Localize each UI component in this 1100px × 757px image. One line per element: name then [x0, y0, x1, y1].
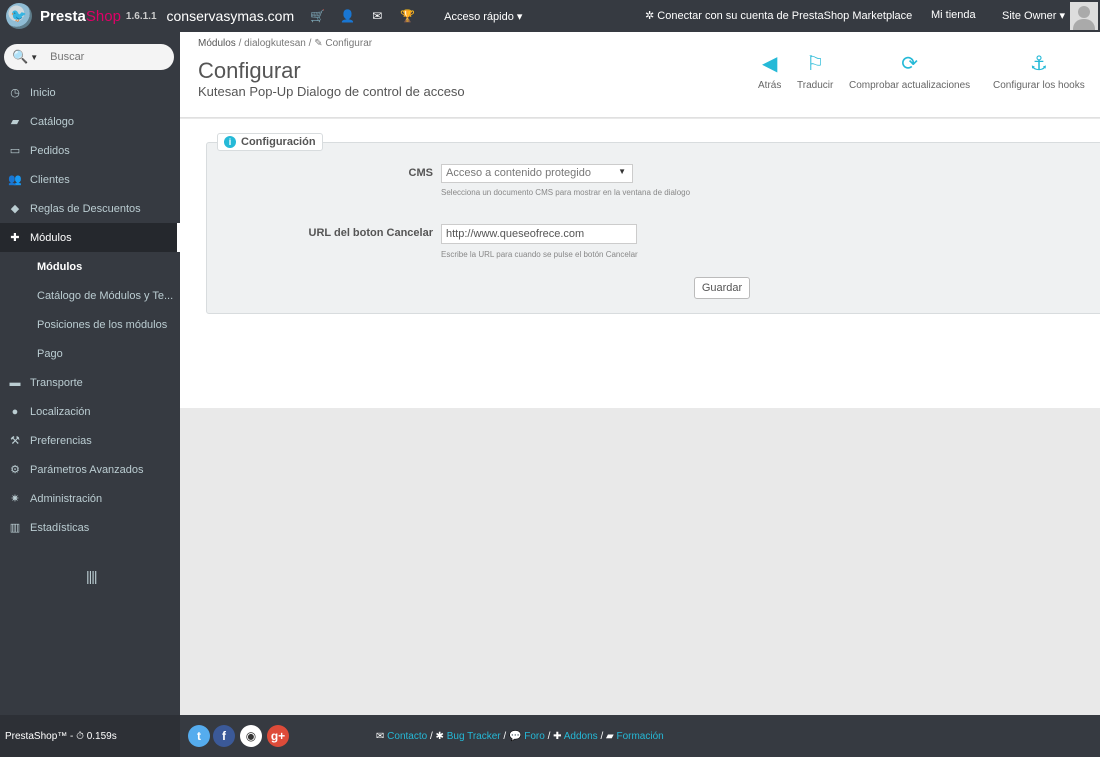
- sidebar-menu: ◷ Inicio ▰ Catálogo ▭ Pedidos 👥 Clientes ◆ Re…: [0, 78, 180, 542]
- chevron-down-icon: ▼: [618, 167, 626, 176]
- sidebar-subitem-modulos[interactable]: Módulos: [0, 252, 180, 281]
- avatar-body: [1073, 19, 1095, 30]
- avatar[interactable]: [1070, 2, 1098, 30]
- footer-link-addons[interactable]: Addons: [564, 731, 598, 742]
- sidebar-subitem-catalogo-modulos[interactable]: Catálogo de Módulos y Te...: [0, 281, 180, 310]
- translate-button[interactable]: ⚐ Traducir: [797, 52, 833, 91]
- tag-icon: ◆: [10, 203, 20, 215]
- breadcrumb-modulos[interactable]: Módulos: [198, 38, 236, 49]
- footer: PrestaShop™ - ⏱ 0.159s t f ◉ g+ ✉ Contac…: [0, 715, 1100, 757]
- panel-heading: i Configuración: [217, 133, 323, 151]
- page-title: Configurar: [198, 58, 301, 83]
- sidebar: 🔍 ▼ ◷Inicio ▰Catálogo ▭Pedidos 👥Clientes…: [0, 32, 180, 715]
- credit-card-icon: ▭: [9, 145, 21, 157]
- employee-dropdown[interactable]: Site Owner ▾: [1002, 9, 1065, 22]
- manage-hooks-button[interactable]: ⚓ Configurar los hooks: [993, 52, 1085, 91]
- collapse-sidebar-icon[interactable]: ||||: [86, 568, 98, 584]
- breadcrumb-module[interactable]: dialogkutesan: [244, 38, 306, 49]
- sidebar-item-catalogo[interactable]: ▰ Catálogo: [0, 107, 180, 136]
- prestashop-logo-icon: 🐦: [6, 3, 32, 29]
- github-icon[interactable]: ◉: [240, 725, 262, 747]
- page-header: Módulos / dialogkutesan / ✎ Configurar C…: [180, 32, 1100, 118]
- sidebar-item-preferencias[interactable]: ⚒ Preferencias: [0, 426, 180, 455]
- sidebar-item-clientes[interactable]: 👥 Clientes: [0, 165, 180, 194]
- google-plus-icon[interactable]: g+: [267, 725, 289, 747]
- footer-link-foro[interactable]: Foro: [524, 731, 545, 742]
- sidebar-subitem-pago[interactable]: Pago: [0, 339, 180, 368]
- envelope-icon[interactable]: ✉: [370, 9, 384, 23]
- sidebar-item-transporte[interactable]: ▬ Transporte: [0, 368, 180, 397]
- marketplace-connect-link[interactable]: ✲ Conectar con su cuenta de PrestaShop M…: [645, 9, 912, 22]
- footer-link-formacion[interactable]: Formación: [616, 731, 663, 742]
- sidebar-item-localizacion[interactable]: ● Localización: [0, 397, 180, 426]
- footer-link-bug-tracker[interactable]: Bug Tracker: [447, 731, 501, 742]
- puzzle-icon: ✚: [10, 232, 20, 244]
- bug-icon: ✱: [435, 731, 447, 742]
- truck-icon: ▬: [9, 376, 21, 389]
- search-box[interactable]: 🔍 ▼: [4, 44, 174, 70]
- logo[interactable]: 🐦 PrestaShop 1.6.1.1: [0, 0, 157, 32]
- cms-select[interactable]: Acceso a contenido protegido ▼: [441, 164, 633, 183]
- breadcrumb-configurar: Configurar: [325, 38, 373, 49]
- sidebar-subitem-posiciones[interactable]: Posiciones de los módulos: [0, 310, 180, 339]
- wrench-icon: ⚒: [10, 435, 20, 447]
- content-area: i Configuración CMS Acceso a contenido p…: [180, 119, 1100, 408]
- twitter-icon[interactable]: t: [188, 725, 210, 747]
- footer-links: ✉ Contacto / ✱ Bug Tracker / 💬 Foro / ✚ …: [376, 731, 664, 742]
- back-button[interactable]: ◀ Atrás: [758, 52, 781, 91]
- search-input[interactable]: [50, 51, 161, 63]
- configuration-panel: i Configuración CMS Acceso a contenido p…: [206, 133, 1100, 314]
- anchor-icon: ⚓: [1029, 53, 1048, 75]
- chevron-down-icon[interactable]: ▼: [30, 53, 38, 62]
- sidebar-item-estadisticas[interactable]: ▥ Estadísticas: [0, 513, 180, 542]
- cms-help-text: Selecciona un documento CMS para mostrar…: [441, 188, 691, 197]
- puzzle-icon: ✲: [645, 10, 658, 22]
- footer-link-contacto[interactable]: Contacto: [387, 731, 427, 742]
- user-icon[interactable]: 👤: [340, 9, 355, 23]
- footer-info: PrestaShop™ - ⏱ 0.159s: [0, 715, 180, 757]
- save-button[interactable]: Guardar: [694, 277, 750, 299]
- sidebar-item-administracion[interactable]: ✷ Administración: [0, 484, 180, 513]
- cog-icon: ✷: [10, 493, 20, 505]
- cancel-url-label: URL del boton Cancelar: [308, 227, 433, 239]
- trophy-icon[interactable]: 🏆: [400, 9, 415, 23]
- cms-label: CMS: [408, 167, 433, 179]
- arrow-circle-left-icon: ◀: [761, 53, 778, 75]
- book-icon: ▰: [606, 731, 617, 742]
- page-subtitle: Kutesan Pop-Up Dialogo de control de acc…: [198, 84, 465, 99]
- search-icon[interactable]: 🔍: [12, 49, 28, 65]
- book-icon: ▰: [10, 116, 20, 128]
- avatar-head: [1078, 6, 1090, 18]
- tachometer-icon: ◷: [10, 87, 20, 99]
- puzzle-icon: ✚: [553, 731, 564, 742]
- version-label: 1.6.1.1: [125, 10, 157, 22]
- cart-icon[interactable]: 🛒: [310, 9, 325, 23]
- sidebar-item-parametros-avanzados[interactable]: ⚙ Parámetros Avanzados: [0, 455, 180, 484]
- shop-name-link[interactable]: conservasymas.com: [167, 8, 295, 24]
- info-icon: i: [224, 136, 236, 148]
- comments-icon: 💬: [508, 731, 525, 742]
- cancel-url-help-text: Escribe la URL para cuando se pulse el b…: [441, 250, 638, 259]
- bar-chart-icon: ▥: [9, 522, 21, 534]
- globe-icon: ●: [11, 405, 19, 418]
- facebook-icon[interactable]: f: [213, 725, 235, 747]
- sidebar-item-modulos[interactable]: ✚ Módulos: [0, 223, 180, 252]
- quick-access-dropdown[interactable]: Acceso rápido ▾: [444, 10, 522, 23]
- flag-icon: ⚐: [806, 53, 825, 75]
- envelope-icon: ✉: [376, 731, 388, 742]
- cancel-url-input[interactable]: [441, 224, 637, 244]
- wrench-icon: ✎: [314, 38, 326, 49]
- check-updates-button[interactable]: ⟳ Comprobar actualizaciones: [849, 52, 970, 91]
- users-icon: 👥: [8, 174, 22, 186]
- my-store-link[interactable]: Mi tienda: [931, 9, 976, 21]
- refresh-icon: ⟳: [901, 53, 918, 75]
- sidebar-item-inicio[interactable]: ◷ Inicio: [0, 78, 180, 107]
- breadcrumb: Módulos / dialogkutesan / ✎ Configurar: [198, 38, 373, 49]
- brand-name: PrestaShop: [40, 7, 121, 25]
- cogs-icon: ⚙: [10, 464, 20, 476]
- sidebar-item-reglas-descuentos[interactable]: ◆ Reglas de Descuentos: [0, 194, 180, 223]
- sidebar-item-pedidos[interactable]: ▭ Pedidos: [0, 136, 180, 165]
